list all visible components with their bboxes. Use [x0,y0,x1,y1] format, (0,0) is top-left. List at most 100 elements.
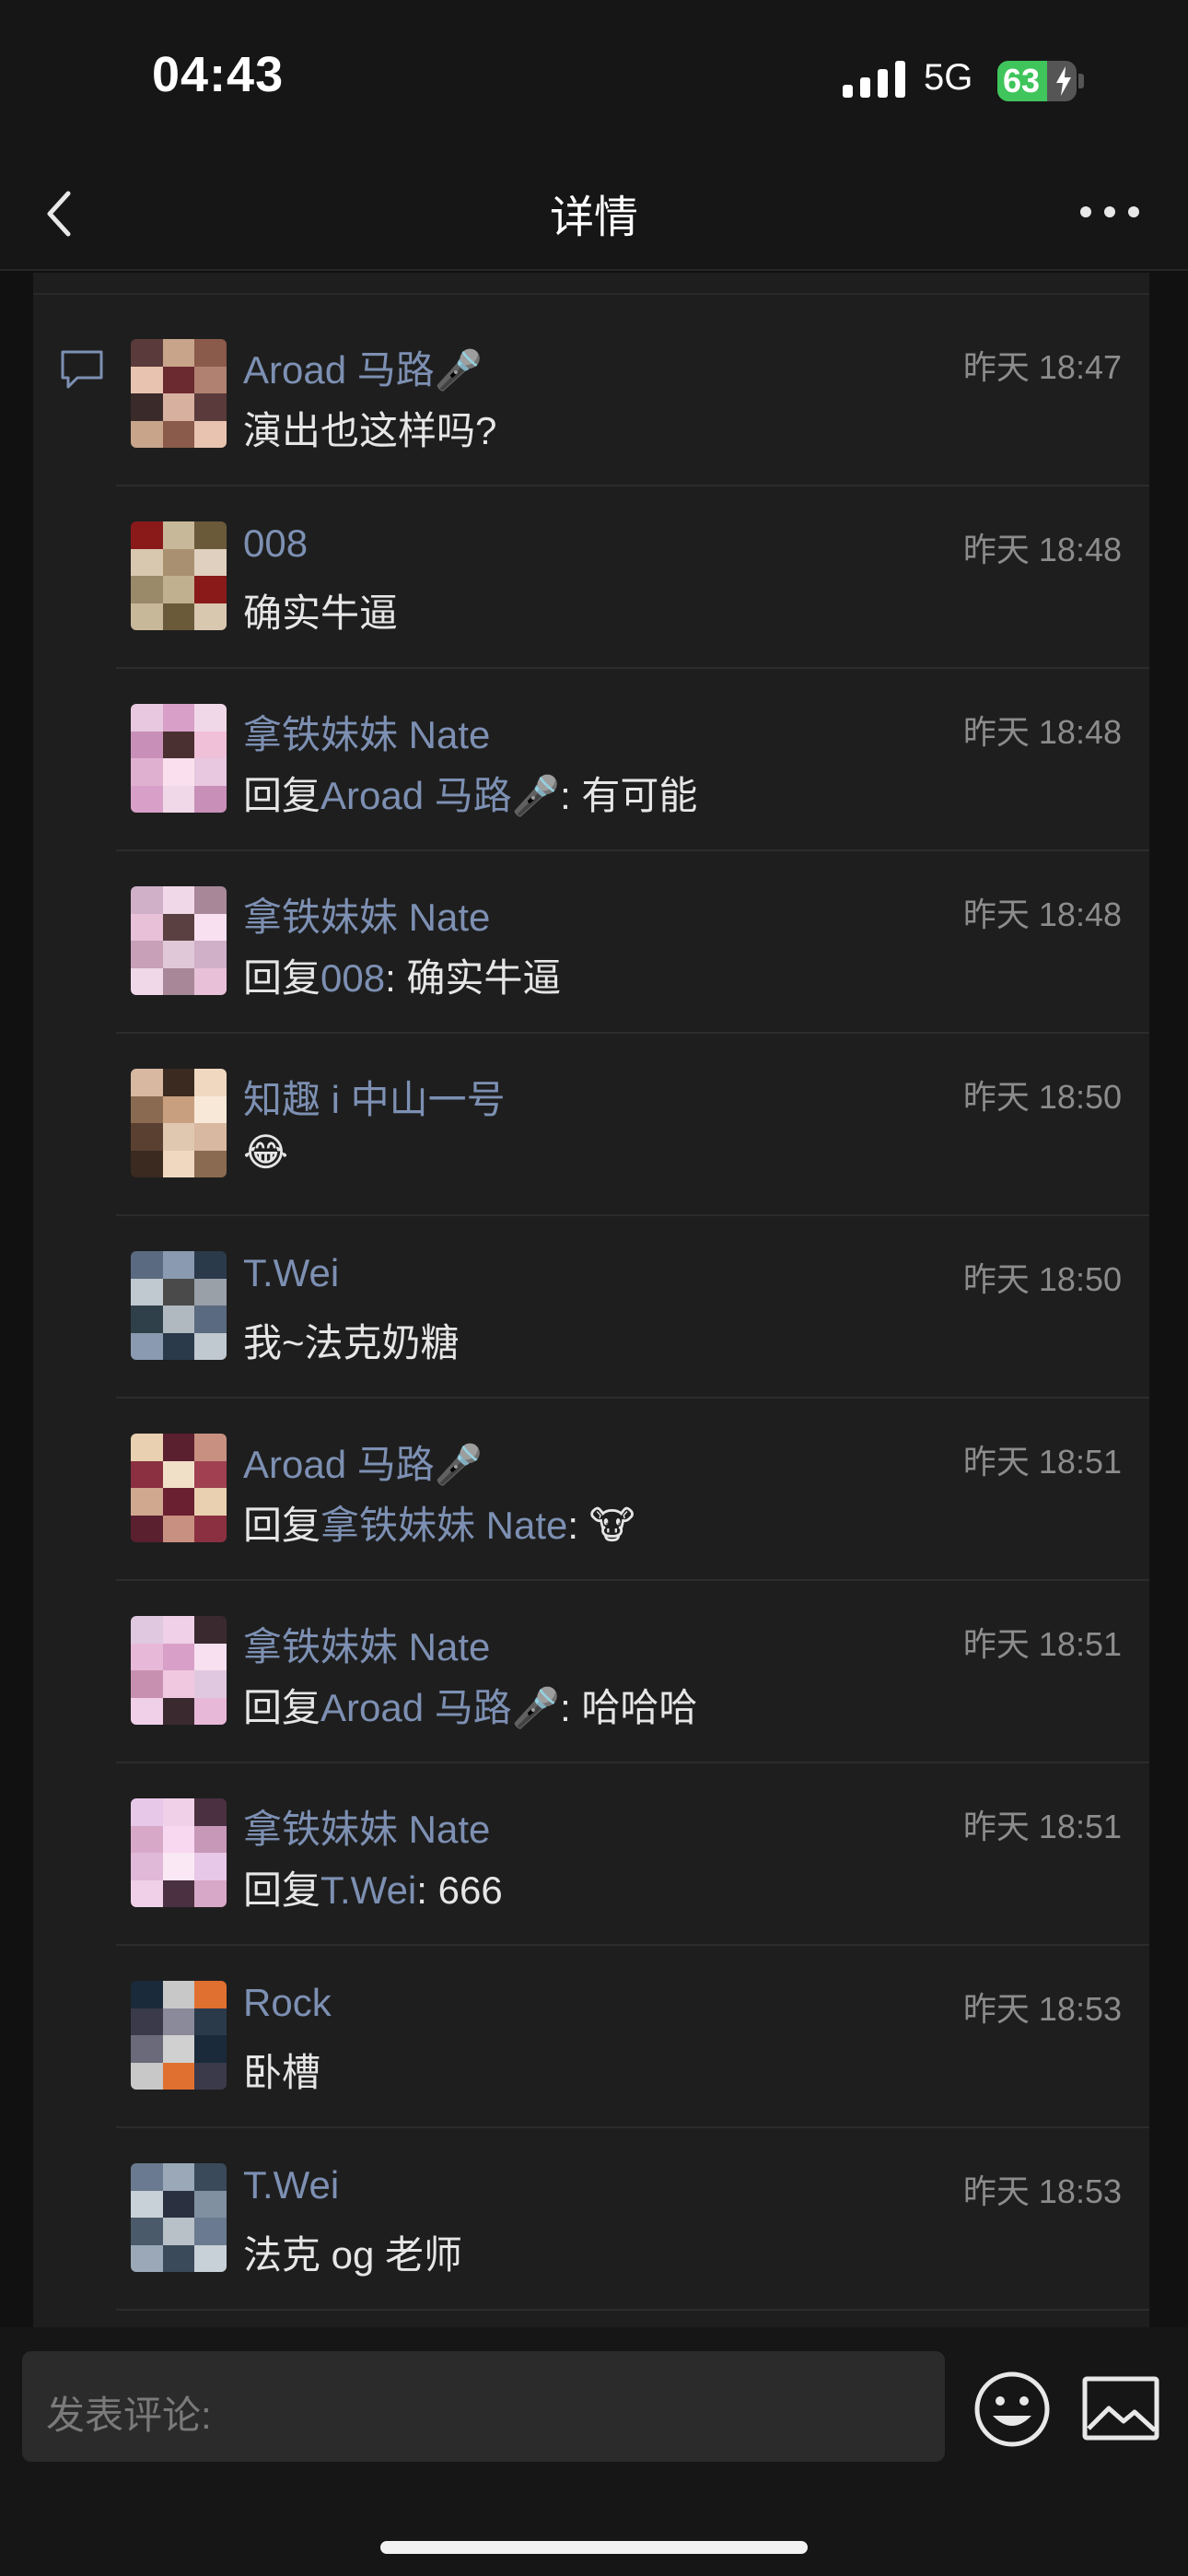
comment-text: 回复Aroad 马路🎤: 有可能 [243,765,697,821]
comment-author[interactable]: 拿铁妹妹 Nate [243,1616,490,1672]
avatar[interactable] [131,521,227,630]
comment-item[interactable]: Aroad 马路🎤 昨天 18:51 回复拿铁妹妹 Nate: 🐮 [116,1399,1149,1581]
avatar-pixel [131,1697,163,1725]
comment-text: 😂 [243,1130,288,1175]
comment-input-bar: 发表评论: [0,2327,1188,2576]
avatar-pixel [162,576,195,603]
avatar-pixel [162,758,195,786]
avatar-pixel [131,941,163,968]
comment-time: 昨天 18:48 [962,531,1122,568]
comment-time: 昨天 18:50 [962,1078,1122,1116]
comment-author[interactable]: 拿铁妹妹 Nate [243,886,490,943]
avatar[interactable] [131,1798,227,1907]
comment-item[interactable]: 拿铁妹妹 Nate 昨天 18:48 回复008: 确实牛逼 [116,851,1149,1034]
avatar-pixel [162,1278,195,1306]
page-title: 详情 [549,193,638,242]
comment-time: 昨天 18:50 [962,1260,1122,1298]
avatar-pixel [194,339,227,367]
reply-target[interactable]: Aroad 马路🎤 [320,1686,560,1729]
avatar-pixel [131,1123,163,1151]
comment-text-segment: 回复 [243,1868,321,1912]
comment-text: 回复008: 确实牛逼 [243,947,561,1003]
more-options-button[interactable] [1073,184,1147,240]
comment-text-segment: 法克 og 老师 [243,2233,463,2277]
avatar-pixel [162,2008,195,2036]
avatar[interactable] [131,886,227,995]
comment-author[interactable]: 拿铁妹妹 Nate [243,1798,490,1855]
avatar-pixel [194,393,227,421]
comment-text-segment: 我~法克奶糖 [243,1321,460,1364]
reply-target[interactable]: Aroad 马路🎤 [320,774,560,817]
avatar-pixel [194,2218,227,2245]
avatar-pixel [194,2190,227,2219]
comment-author[interactable]: 008 [243,521,308,566]
reply-target[interactable]: 拿铁妹妹 Nate [320,1504,567,1547]
comment-item[interactable]: 拿铁妹妹 Nate 昨天 18:51 回复T.Wei: 666 [116,1763,1149,1946]
comment-input[interactable]: 发表评论: [22,2351,945,2462]
comment-item[interactable]: 知趣 i 中山一号 昨天 18:50 😂 [116,1034,1149,1216]
comment-item[interactable]: T.Wei 昨天 18:50 我~法克奶糖 [116,1216,1149,1399]
avatar-pixel [131,366,163,394]
avatar[interactable] [131,339,227,448]
battery-icon: 63 [997,61,1077,101]
comment-text-segment: : 🐮 [567,1504,635,1547]
comment-author[interactable]: Rock [243,1981,332,2025]
comment-item[interactable]: T.Wei 昨天 18:53 法克 og 老师 [116,2128,1149,2311]
emoji-button[interactable] [971,2368,1054,2451]
comment-text-segment: 回复 [243,956,321,1000]
comment-time: 昨天 18:47 [962,348,1122,386]
avatar[interactable] [131,1981,227,2090]
avatar-pixel [162,1515,195,1542]
comment-author[interactable]: 拿铁妹妹 Nate [243,704,490,760]
comment-item[interactable]: 008 昨天 18:48 确实牛逼 [116,486,1149,669]
avatar-pixel [131,758,163,786]
comment-text: 演出也这样吗? [243,400,496,456]
avatar-pixel [131,2008,163,2036]
reply-target[interactable]: T.Wei [320,1868,416,1912]
comment-item[interactable]: Rock 昨天 18:53 卧槽 [116,1946,1149,2128]
avatar[interactable] [131,1069,227,1177]
avatar-pixel [131,2190,163,2219]
comment-text-segment: : 666 [416,1868,503,1912]
avatar[interactable] [131,2163,227,2272]
divider [33,293,1149,295]
avatar-pixel [194,2008,227,2036]
comment-author[interactable]: Aroad 马路🎤 [243,1434,483,1490]
avatar-pixel [194,1616,227,1644]
comment-item[interactable]: Aroad 马路🎤 昨天 18:47 演出也这样吗? [116,304,1149,486]
comment-author[interactable]: T.Wei [243,2163,339,2207]
reply-target[interactable]: 008 [320,956,385,1000]
avatar-pixel [162,1488,195,1516]
navigation-bar: 详情 [0,157,1188,271]
avatar-pixel [194,967,227,995]
avatar[interactable] [131,1616,227,1725]
avatar[interactable] [131,704,227,813]
comment-author[interactable]: T.Wei [243,1251,339,1295]
comment-text-segment: 回复 [243,1686,321,1729]
avatar-pixel [162,1697,195,1725]
home-indicator[interactable] [380,2541,808,2554]
comment-time: 昨天 18:51 [962,1443,1122,1481]
comment-item[interactable]: 拿铁妹妹 Nate 昨天 18:51 回复Aroad 马路🎤: 哈哈哈 [116,1581,1149,1763]
avatar-pixel [194,1123,227,1151]
avatar[interactable] [131,1434,227,1542]
image-upload-button[interactable] [1081,2373,1160,2443]
avatar-pixel [131,339,163,367]
comment-item[interactable]: 拿铁妹妹 Nate 昨天 18:48 回复Aroad 马路🎤: 有可能 [116,669,1149,851]
comment-time: 昨天 18:48 [962,713,1122,751]
avatar-pixel [194,366,227,394]
cellular-signal-icon [843,61,905,98]
avatar[interactable] [131,1251,227,1360]
avatar-pixel [194,603,227,630]
avatar-pixel [194,548,227,577]
avatar-pixel [131,731,163,759]
avatar-pixel [162,1095,195,1124]
avatar-pixel [194,1150,227,1177]
avatar-pixel [131,1434,163,1461]
avatar-pixel [162,1879,195,1907]
avatar-pixel [194,1095,227,1124]
avatar-pixel [194,1643,227,1671]
avatar-pixel [131,1616,163,1644]
comment-author[interactable]: 知趣 i 中山一号 [243,1069,506,1125]
comment-author[interactable]: Aroad 马路🎤 [243,339,483,395]
